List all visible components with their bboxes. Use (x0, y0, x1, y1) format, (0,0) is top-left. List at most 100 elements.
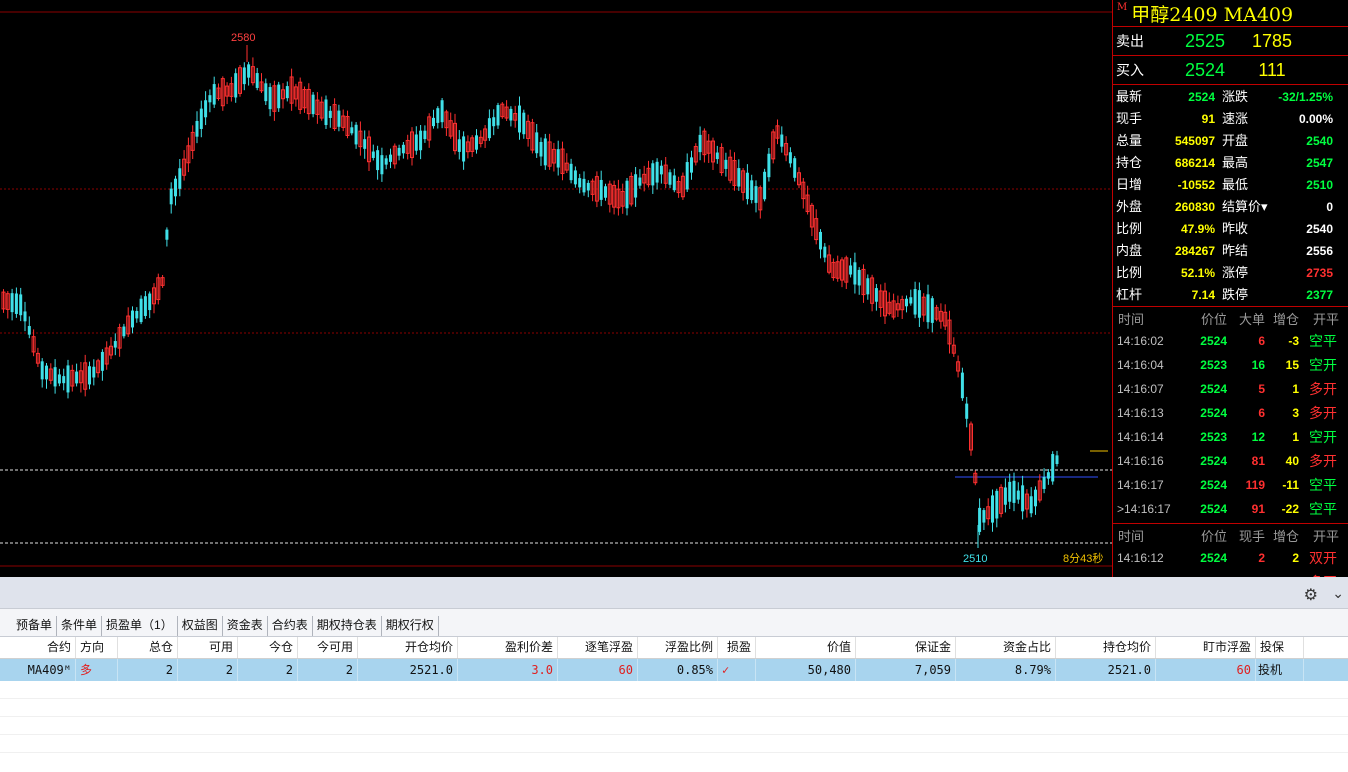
positions-column-header[interactable]: 盯市浮盈 (1156, 637, 1256, 658)
trade-tab[interactable]: 期权行权 (382, 616, 439, 636)
trade-tab[interactable]: 资金表 (223, 616, 268, 636)
positions-column-header[interactable]: 盈利价差 (458, 637, 558, 658)
tick-action: 多开 (1309, 453, 1337, 469)
tick-row[interactable]: 14:16:13252463多开 (1113, 401, 1348, 425)
tick-time: 14:16:04 (1117, 358, 1164, 372)
tick-price: 2524 (1200, 551, 1227, 565)
position-row[interactable]: MA409ᴹ 多 2 2 2 2 2521.0 3.0 60 0.85% ✓ 50,480 7,059 8… (0, 659, 1348, 681)
sell-row[interactable]: 卖出 2525 1785 (1113, 27, 1348, 56)
candle-body-down (234, 73, 238, 98)
positions-column-header[interactable]: 方向 (76, 637, 118, 658)
buy-row[interactable]: 买入 2524 111 (1113, 56, 1348, 85)
candlestick-chart[interactable]: 2580 2510 8分43秒 (0, 0, 1112, 577)
tick-volume: 12 (1251, 430, 1265, 444)
tick-row[interactable]: 14:16:17 2524 119 -11 空平 (1113, 473, 1348, 497)
position-cell: 0.85% (638, 659, 718, 681)
positions-column-header[interactable]: 投保 (1256, 637, 1304, 658)
tick-row[interactable]: 14:16:12 2524 2 2 双开 (1113, 546, 1348, 570)
position-cell: 2521.0 (1056, 659, 1156, 681)
stat-label: 昨结 (1222, 243, 1249, 258)
buy-price[interactable]: 2524 (1173, 60, 1237, 81)
positions-column-header[interactable]: 浮盈比例 (638, 637, 718, 658)
tick-action: 空开 (1309, 429, 1337, 445)
tick-table-2-header: 时间 价位 现手 增仓 开平 (1113, 524, 1348, 546)
positions-column-header[interactable]: 可用 (178, 637, 238, 658)
positions-column-header[interactable]: 开仓均价 (358, 637, 458, 658)
positions-column-header[interactable]: 持仓均价 (1056, 637, 1156, 658)
trade-tab[interactable]: 损盈单（1） (102, 616, 178, 636)
candle-body-down (311, 94, 315, 115)
candle-body-down (135, 310, 139, 319)
positions-column-header[interactable]: 损盈 (718, 637, 756, 658)
gear-icon[interactable]: ⚙ (1304, 585, 1318, 605)
trade-tab[interactable]: 条件单 (57, 616, 103, 636)
positions-column-header[interactable]: 合约 (0, 637, 76, 658)
tick-oi-change: 1 (1292, 430, 1299, 444)
tick-row[interactable]: 14:16:04 2523 16 15 空开 (1113, 353, 1348, 377)
positions-column-header[interactable]: 总仓 (118, 637, 178, 658)
stat-label: 现手 (1116, 111, 1143, 126)
tick-row[interactable]: 14:16:02 2524 6 -3 空平 (1113, 329, 1348, 353)
position-cell: ✓ (718, 659, 756, 681)
tick-row[interactable]: 14:16:16 2524 81 40 多开 (1113, 449, 1348, 473)
chart-canvas[interactable] (0, 0, 1112, 577)
tick-row[interactable]: 14:16:13252463多开 (1113, 570, 1348, 577)
positions-column-header[interactable]: 资金占比 (956, 637, 1056, 658)
tick-price: 2524 (1200, 454, 1227, 468)
candle-body-down (535, 132, 539, 154)
tick-row[interactable]: 14:16:14 2523 12 1 空开 (1113, 425, 1348, 449)
stat-label: 持仓 (1116, 155, 1143, 170)
candle-body-down (874, 288, 878, 302)
candle-body-down (45, 365, 48, 380)
candle-body-down (788, 152, 792, 164)
tick-volume: 16 (1251, 358, 1265, 372)
trade-tab[interactable]: 权益图 (178, 616, 223, 636)
candle-body-down (930, 298, 934, 323)
candle-body-down (917, 290, 921, 318)
tick-price: 2524 (1200, 478, 1227, 492)
candle-body-down (208, 95, 212, 103)
tick-action: 空平 (1309, 501, 1337, 517)
candle-body-down (857, 269, 861, 286)
positions-column-header[interactable]: 价值 (756, 637, 856, 658)
tick-volume: 5 (1258, 382, 1265, 396)
bar-countdown-timer: 8分43秒 (1063, 553, 1104, 565)
candle-body-down (423, 130, 427, 140)
positions-column-header[interactable]: 今可用 (298, 637, 358, 658)
candle-body-down (522, 112, 526, 135)
positions-column-header[interactable]: 今仓 (238, 637, 298, 658)
trade-tab[interactable]: 预备单 (12, 616, 58, 636)
candle-body-down (586, 182, 590, 191)
candle-body-down (1003, 487, 1007, 505)
candle-body-down (247, 64, 251, 78)
stat-value: 2540 (1306, 134, 1333, 148)
positions-column-header[interactable]: 逐笔浮盈 (558, 637, 638, 658)
position-cell: 60 (558, 659, 638, 681)
trade-tab[interactable]: 期权持仓表 (313, 616, 382, 636)
stat-label: 杠杆 (1116, 287, 1143, 302)
tick-action: 空开 (1309, 357, 1337, 373)
positions-table: MA409ᴹ 多 2 2 2 2 2521.0 3.0 60 0.85% ✓ 50,480 7,059 8… (0, 659, 1348, 681)
candle-body-down (401, 144, 405, 154)
tick-time: 14:16:02 (1117, 334, 1164, 348)
tick-row[interactable]: >14:16:17 2524 91 -22 空平 (1113, 497, 1348, 521)
candle-body-down (995, 490, 999, 519)
tick-volume: 119 (1245, 478, 1265, 492)
tick-column-header: 增仓 (1272, 528, 1299, 544)
contract-title-bar[interactable]: M 甲醇2409 MA409 (1113, 0, 1348, 27)
candle-body-down (509, 108, 513, 121)
positions-column-header[interactable]: 保证金 (856, 637, 956, 658)
candle-body-down (496, 105, 500, 126)
candle-body-down (724, 159, 728, 169)
tick-row[interactable]: 14:16:07 2524 5 1 多开 (1113, 377, 1348, 401)
candle-body-down (195, 120, 199, 137)
stat-label: 比例 (1116, 221, 1143, 236)
candle-body-down (457, 139, 461, 152)
chevron-down-icon[interactable]: ⌄ (1332, 585, 1344, 602)
candle-body-down (1012, 480, 1016, 503)
sell-price[interactable]: 2525 (1173, 31, 1237, 52)
tick-time: 14:16:14 (1117, 430, 1164, 444)
trade-tab[interactable]: 合约表 (268, 616, 313, 636)
candle-body-down (556, 149, 560, 168)
candle-body-down (638, 177, 642, 186)
